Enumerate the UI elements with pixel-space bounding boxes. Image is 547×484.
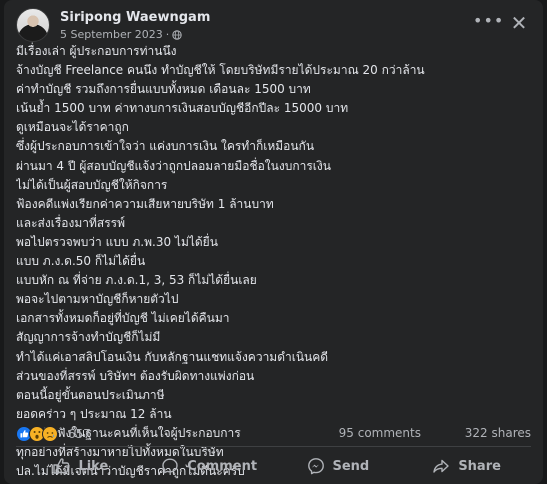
post-text-line: แบบหัก ณ ที่จ่าย ภ.ง.ด.1, 3, 53 ก็ไม่ได้… <box>16 273 257 288</box>
post-text-line: ไม่ได้เป็นผู้สอบบัญชีให้กิจการ <box>16 177 168 192</box>
post-text-line: พอไปตรวจพบว่า แบบ ภ.พ.30 ไม่ได้ยื่น <box>16 234 218 249</box>
divider <box>16 446 531 447</box>
post-text-line: ค่าทำบัญชี รวมถึงการยื่นแบบทั้งหมด เดือน… <box>16 82 311 97</box>
messenger-icon <box>307 458 324 475</box>
sad-reaction-icon <box>42 426 58 442</box>
post-card: Siripong Waewngam 5 September 2023 · •••… <box>4 0 543 484</box>
post-text-line: ตอนนี้อยู่ขั้นตอนประเมินภาษี <box>16 387 165 402</box>
close-icon[interactable]: ✕ <box>507 12 531 36</box>
post-text-line: ดูเหมือนจะได้ราคาถูก <box>16 120 129 135</box>
comment-icon <box>162 458 178 474</box>
send-button[interactable]: Send <box>274 450 403 482</box>
comment-button[interactable]: Comment <box>145 450 274 482</box>
post-text-line: ฟ้องคดีแพ่งเรียกค่าความเสียหายบริษัท 1 ล… <box>16 196 274 211</box>
post-text: มีเรื่องเล่า ผู้ประกอบการท่านนึงจ้างบัญช… <box>16 42 531 481</box>
post-header: Siripong Waewngam 5 September 2023 · •••… <box>16 8 531 44</box>
post-text-line: แบบ ภ.ง.ด.50 ก็ไม่ได้ยื่น <box>16 254 146 269</box>
post-meta: 5 September 2023 · <box>60 28 182 41</box>
thumbs-up-icon <box>53 458 70 474</box>
post-text-line: ซึ่งผู้ประกอบการเข้าใจว่า แค่งบการเงิน ใ… <box>16 139 315 154</box>
like-label: Like <box>78 458 109 474</box>
post-text-line: พอจะไปตามหาบัญชีก็หายตัวไป <box>16 292 179 307</box>
reaction-summary[interactable]: 657 <box>16 426 91 442</box>
post-text-line: ยอดคร่าว ๆ ประมาณ 12 ล้าน <box>16 406 172 421</box>
post-date[interactable]: 5 September 2023 <box>60 28 163 41</box>
comment-label: Comment <box>187 458 258 474</box>
globe-icon <box>172 29 182 40</box>
author-name[interactable]: Siripong Waewngam <box>60 10 210 25</box>
reaction-count: 657 <box>68 427 91 441</box>
post-text-line: ทำได้แค่เอาสลิปโอนเงิน กับหลักฐานแชทแจ้ง… <box>16 349 329 364</box>
like-button[interactable]: Like <box>16 450 145 482</box>
shares-count[interactable]: 322 shares <box>465 426 531 440</box>
post-text-line: เน้นย้ำ 1500 บาท ค่าทางบการเงินสอบบัญชีอ… <box>16 101 349 116</box>
send-label: Send <box>332 458 370 474</box>
post-text-line: และส่งเรื่องมาที่สรรพ์ <box>16 215 126 230</box>
post-stats: 657 95 comments 322 shares <box>16 424 531 444</box>
post-text-line: ส่วนของที่สรรพ์ บริษัทฯ ต้องรับผิดทางแพ่… <box>16 368 255 383</box>
more-options-icon[interactable]: ••• <box>473 12 503 36</box>
share-button[interactable]: Share <box>402 450 531 482</box>
post-text-line: สัญญาการจ้างทำบัญชีก็ไม่มี <box>16 330 161 345</box>
avatar[interactable] <box>16 8 50 42</box>
comments-count[interactable]: 95 comments <box>339 426 421 440</box>
action-bar: Like Comment Send Share <box>16 450 531 482</box>
post-text-line: มีเรื่องเล่า ผู้ประกอบการท่านนึง <box>16 44 177 58</box>
post-text-line: เอกสารทั้งหมดก็อยู่ที่บัญชี ไม่เคยได้คืน… <box>16 311 230 326</box>
share-label: Share <box>458 458 501 474</box>
share-icon <box>433 459 450 473</box>
post-text-line: ผ่านมา 4 ปี ผู้สอบบัญชีแจ้งว่าถูกปลอมลาย… <box>16 158 331 173</box>
post-text-line: จ้างบัญชี Freelance คนนึง ทำบัญชีให้ โดย… <box>16 63 425 78</box>
